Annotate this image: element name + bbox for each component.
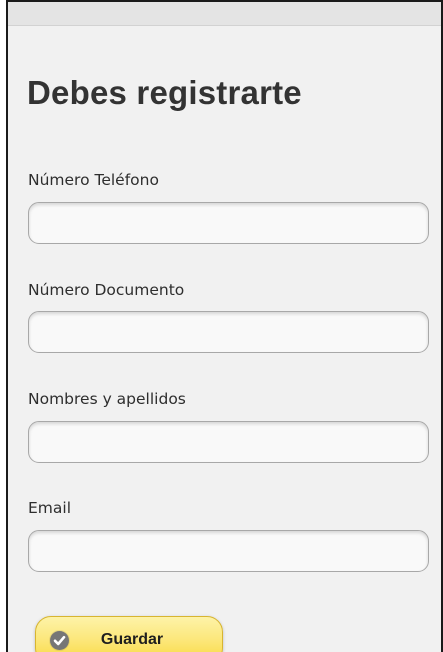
email-input[interactable]	[28, 530, 429, 572]
phone-label: Número Teléfono	[28, 171, 159, 189]
name-label: Nombres y apellidos	[28, 390, 186, 408]
name-input[interactable]	[28, 421, 429, 463]
save-button[interactable]: Guardar	[35, 616, 223, 652]
app-frame: Debes registrarte Número Teléfono Número…	[6, 0, 443, 652]
document-label: Número Documento	[28, 281, 185, 299]
email-label: Email	[28, 499, 72, 517]
phone-input[interactable]	[28, 202, 429, 244]
save-button-label: Guardar	[100, 631, 164, 648]
page-title: Debes registrarte	[27, 74, 302, 111]
document-input[interactable]	[28, 311, 429, 353]
top-bar	[8, 0, 441, 26]
